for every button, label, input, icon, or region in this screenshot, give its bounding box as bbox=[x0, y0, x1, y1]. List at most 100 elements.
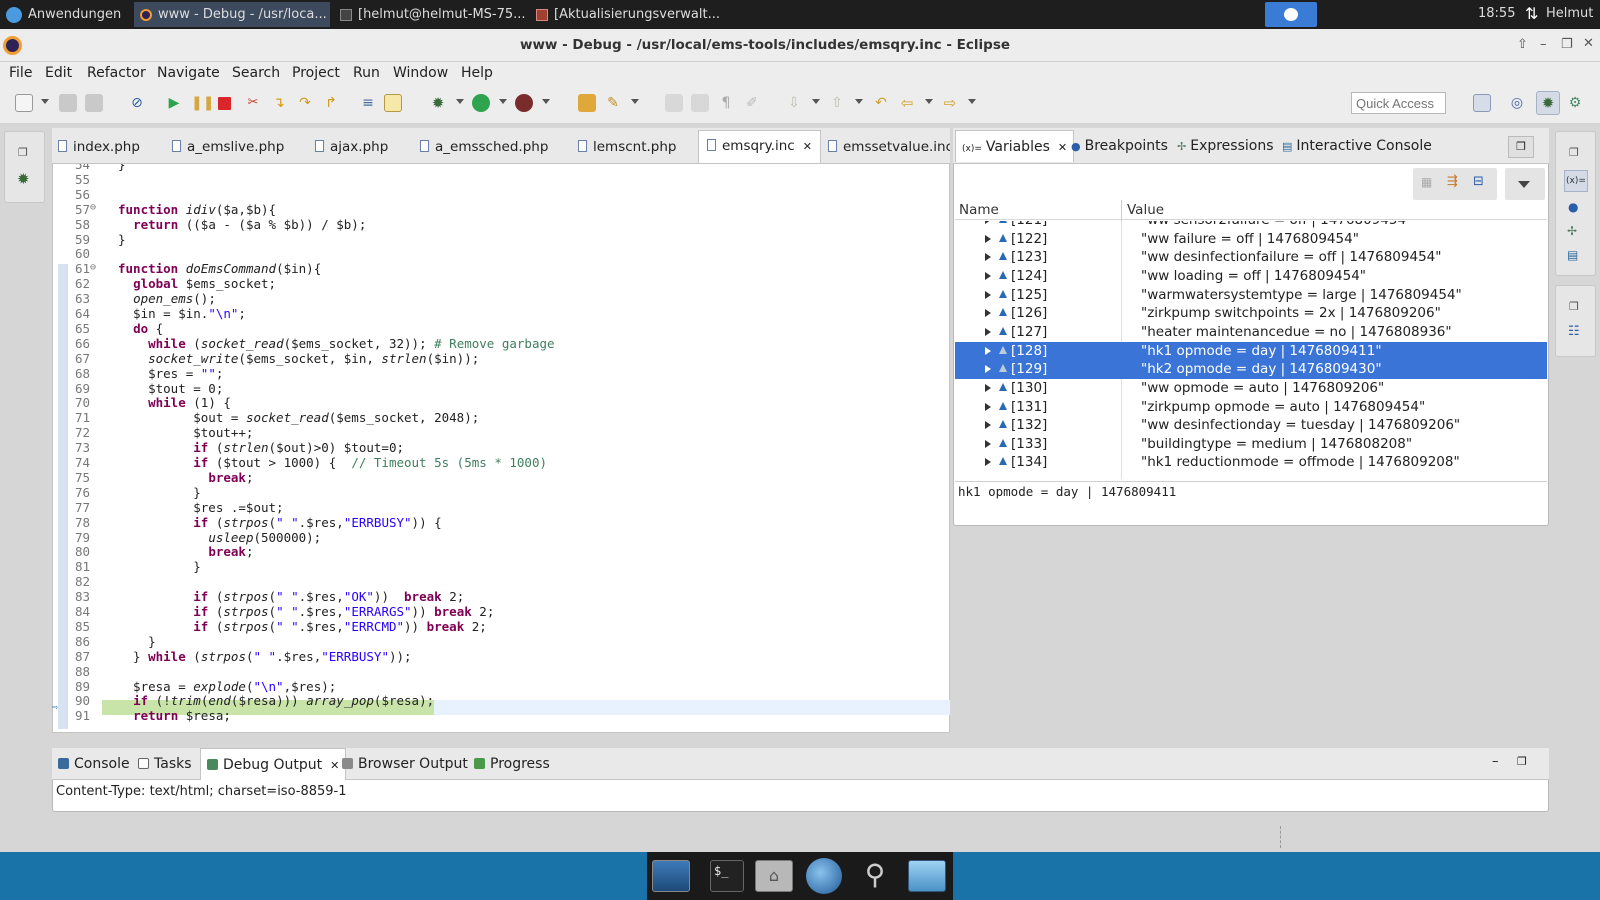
menu-navigate[interactable]: Navigate bbox=[157, 62, 220, 84]
column-name[interactable]: Name bbox=[959, 202, 999, 218]
code-line[interactable]: 66 while (socket_read($ems_socket, 32));… bbox=[52, 336, 950, 351]
expand-icon[interactable] bbox=[985, 383, 991, 392]
code-line[interactable]: 70 while (1) { bbox=[52, 395, 950, 410]
variable-row[interactable]: [124] "ww loading = off | 1476809454" bbox=[955, 267, 1547, 286]
code-line[interactable]: 75 break; bbox=[52, 470, 950, 485]
code-line[interactable]: 83 if (strpos(" ".$res,"OK")) break 2; bbox=[52, 589, 950, 604]
tab-a-emssched-php[interactable]: a_emssched.php bbox=[420, 136, 548, 158]
show-type-names-icon[interactable]: ▦ bbox=[1421, 175, 1432, 189]
menu-file[interactable]: File bbox=[9, 62, 32, 84]
search-tool-icon[interactable]: ✎ bbox=[604, 94, 622, 112]
toggle-mark-occurrences-icon[interactable] bbox=[665, 94, 683, 112]
taskbar-window-terminal[interactable]: [helmut@helmut-MS-75... bbox=[334, 2, 526, 27]
new-icon[interactable] bbox=[15, 94, 33, 112]
view-menu-button[interactable] bbox=[1505, 168, 1545, 200]
breakpoints-view-icon[interactable]: ● bbox=[1568, 200, 1578, 214]
variable-row[interactable]: [121] "ww sensor2failure = off | 14768094… bbox=[955, 221, 1547, 230]
code-line[interactable]: 71 $out = socket_read($ems_socket, 2048)… bbox=[52, 410, 950, 425]
tab-interactive-console[interactable]: ▤ Interactive Console bbox=[1282, 130, 1432, 162]
forward-icon[interactable]: ⇨ bbox=[941, 94, 959, 112]
column-value[interactable]: Value bbox=[1127, 202, 1164, 218]
clock[interactable]: 18:55 bbox=[1478, 6, 1515, 21]
code-line[interactable]: 55 bbox=[52, 172, 950, 187]
quick-access-input[interactable] bbox=[1351, 92, 1446, 114]
tab-browser-output[interactable]: Browser Output bbox=[342, 748, 468, 780]
expand-icon[interactable] bbox=[985, 221, 991, 224]
restore-icon[interactable]: ❐ bbox=[1569, 146, 1579, 159]
code-line[interactable]: 74 if ($tout > 1000) { // Timeout 5s (5m… bbox=[52, 455, 950, 470]
applications-menu[interactable]: Anwendungen bbox=[0, 2, 130, 27]
team-perspective-icon[interactable]: ⚙ bbox=[1566, 94, 1584, 112]
variable-row[interactable]: [133] "buildingtype = medium | 1476808208… bbox=[955, 435, 1547, 454]
collapse-all-icon[interactable]: ⊟ bbox=[1473, 174, 1484, 189]
variable-row[interactable]: [130] "ww opmode = auto | 1476809206" bbox=[955, 379, 1547, 398]
code-line[interactable]: 90 if (!trim(end($resa))) array_pop($res… bbox=[52, 693, 950, 708]
variable-row[interactable]: [126] "zirkpump switchpoints = 2x | 14768… bbox=[955, 304, 1547, 323]
code-line[interactable]: 84 if (strpos(" ".$res,"ERRARGS")) break… bbox=[52, 604, 950, 619]
save-all-icon[interactable] bbox=[85, 94, 103, 112]
expand-icon[interactable] bbox=[985, 346, 991, 355]
tab-progress[interactable]: Progress bbox=[474, 748, 550, 780]
code-line[interactable]: 65 do { bbox=[52, 321, 950, 336]
window-up-icon[interactable]: ⇧ bbox=[1517, 37, 1528, 52]
code-line[interactable]: 57 function idiv($a,$b){ bbox=[52, 202, 950, 217]
back-icon[interactable]: ⇦ bbox=[898, 94, 916, 112]
close-tab-icon[interactable]: ✕ bbox=[1058, 141, 1067, 154]
menu-run[interactable]: Run bbox=[353, 62, 380, 84]
open-perspective-icon[interactable] bbox=[1473, 94, 1491, 112]
restore-icon[interactable]: ❐ bbox=[18, 146, 28, 159]
external-tools-icon[interactable] bbox=[515, 94, 533, 112]
code-line[interactable]: 67 socket_write($ems_socket, $in, strlen… bbox=[52, 351, 950, 366]
menu-window[interactable]: Window bbox=[393, 62, 448, 84]
code-line[interactable]: 68 $res = ""; bbox=[52, 366, 950, 381]
step-into-icon[interactable]: ↴ bbox=[270, 94, 288, 112]
tab-debug-output[interactable]: Debug Output ✕ bbox=[200, 748, 347, 780]
suspend-icon[interactable]: ❚❚ bbox=[191, 94, 214, 112]
code-line[interactable]: 62 global $ems_socket; bbox=[52, 276, 950, 291]
expand-icon[interactable] bbox=[985, 402, 991, 411]
code-line[interactable]: 63 open_ems(); bbox=[52, 291, 950, 306]
debug-icon[interactable]: ✹ bbox=[429, 94, 447, 112]
terminate-icon[interactable] bbox=[218, 97, 231, 110]
close-tab-icon[interactable]: ✕ bbox=[803, 140, 812, 153]
run-icon[interactable] bbox=[472, 94, 490, 112]
variable-row[interactable]: [123] "ww desinfectionfailure = off | 147… bbox=[955, 248, 1547, 267]
workspace-switcher[interactable] bbox=[1265, 2, 1317, 27]
php-perspective-icon[interactable]: ◎ bbox=[1508, 94, 1526, 112]
taskbar-window-eclipse[interactable]: www - Debug - /usr/loca... bbox=[134, 2, 330, 27]
resume-icon[interactable]: ▶ bbox=[165, 94, 183, 112]
expand-icon[interactable] bbox=[985, 327, 991, 336]
step-return-icon[interactable]: ↱ bbox=[322, 94, 340, 112]
tab-tasks[interactable]: Tasks bbox=[138, 748, 192, 780]
code-line[interactable]: 88 bbox=[52, 664, 950, 679]
debug-view-icon[interactable]: ✹ bbox=[17, 170, 30, 188]
home-folder-icon[interactable]: ⌂ bbox=[755, 860, 793, 892]
expand-icon[interactable] bbox=[985, 234, 991, 243]
tab-emssetvalue-inc[interactable]: emssetvalue.inc bbox=[828, 136, 950, 158]
taskbar-window-update-manager[interactable]: [Aktualisierungsverwalt... bbox=[530, 2, 730, 27]
menu-project[interactable]: Project bbox=[292, 62, 340, 84]
next-annotation-icon[interactable]: ⇩ bbox=[785, 94, 803, 112]
drop-to-frame-icon[interactable]: ≡ bbox=[359, 94, 377, 112]
expand-icon[interactable] bbox=[985, 421, 991, 430]
expand-icon[interactable] bbox=[985, 439, 991, 448]
code-line[interactable]: 54} bbox=[52, 164, 950, 172]
menu-edit[interactable]: Edit bbox=[45, 62, 72, 84]
code-line[interactable]: 80 break; bbox=[52, 544, 950, 559]
menu-refactor[interactable]: Refactor bbox=[87, 62, 146, 84]
code-line[interactable]: 79 usleep(500000); bbox=[52, 530, 950, 545]
variable-row[interactable]: [132] "ww desinfectionday = tuesday | 147… bbox=[955, 416, 1547, 435]
tab-breakpoints[interactable]: ● Breakpoints bbox=[1071, 130, 1168, 162]
variable-row[interactable]: [125] "warmwatersystemtype = large | 1476… bbox=[955, 286, 1547, 305]
expand-icon[interactable] bbox=[985, 365, 991, 374]
code-line[interactable]: 78 if (strpos(" ".$res,"ERRBUSY")) { bbox=[52, 515, 950, 530]
expand-icon[interactable] bbox=[985, 309, 991, 318]
tab-index-php[interactable]: index.php bbox=[58, 136, 140, 158]
tab-console[interactable]: Console bbox=[58, 748, 130, 780]
variable-row[interactable]: [131] "zirkpump opmode = auto | 147680945… bbox=[955, 398, 1547, 417]
debug-perspective-icon[interactable]: ✹ bbox=[1536, 91, 1560, 115]
last-edit-location-icon[interactable]: ↶ bbox=[872, 94, 890, 112]
code-line[interactable]: 64 $in = $in."\n"; bbox=[52, 306, 950, 321]
code-line[interactable]: 77 $res .=$out; bbox=[52, 500, 950, 515]
terminal-icon[interactable]: $_ bbox=[710, 860, 744, 892]
